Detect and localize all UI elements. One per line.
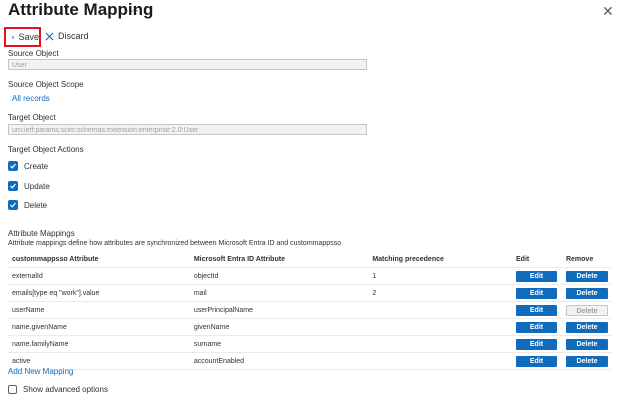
target-attribute: name.familyName — [8, 335, 190, 353]
add-new-mapping-link[interactable]: Add New Mapping — [8, 367, 73, 376]
mappings-heading: Attribute Mappings — [8, 229, 75, 238]
target-attribute: externalId — [8, 267, 190, 285]
more-options-icon[interactable]: ··· — [125, 3, 140, 17]
action-create[interactable]: Create — [8, 161, 48, 171]
action-update[interactable]: Update — [8, 181, 50, 191]
col-remove: Remove — [561, 252, 612, 268]
checkbox-checked-icon[interactable] — [8, 200, 18, 210]
source-scope-link[interactable]: All records — [12, 94, 50, 103]
edit-button[interactable]: Edit — [516, 355, 557, 367]
discard-icon — [45, 32, 54, 40]
col-edit: Edit — [512, 252, 562, 268]
source-object-field: User — [8, 59, 367, 70]
mappings-description: Attribute mappings define how attributes… — [8, 240, 342, 247]
edit-button[interactable]: Edit — [516, 304, 557, 316]
discard-label: Discard — [58, 31, 89, 41]
edit-button[interactable]: Edit — [516, 338, 557, 350]
source-scope-label: Source Object Scope — [8, 80, 84, 89]
source-attribute: givenName — [189, 318, 369, 336]
show-advanced-options[interactable]: Show advanced options — [8, 385, 108, 394]
source-object-label: Source Object — [8, 49, 59, 58]
checkbox-unchecked-icon[interactable] — [8, 385, 17, 394]
save-button[interactable]: Save — [4, 27, 41, 47]
action-update-label: Update — [24, 181, 50, 191]
col-source-attribute: Microsoft Entra ID Attribute — [189, 252, 369, 268]
delete-button[interactable]: Delete — [565, 270, 608, 282]
col-matching-precedence: Matching precedence — [368, 252, 512, 268]
table-row: userName userPrincipalName Edit Delete — [8, 301, 612, 319]
source-attribute: accountEnabled — [189, 352, 369, 370]
delete-button[interactable]: Delete — [565, 287, 608, 299]
matching-precedence: 1 — [368, 267, 512, 285]
discard-button[interactable]: Discard — [45, 31, 89, 41]
target-object-label: Target Object — [8, 113, 56, 122]
target-actions-label: Target Object Actions — [8, 145, 84, 154]
source-attribute: userPrincipalName — [189, 301, 369, 319]
table-row: name.givenName givenName Edit Delete — [8, 318, 612, 336]
table-row: emails[type eq "work"].value mail 2 Edit… — [8, 284, 612, 302]
save-icon — [12, 35, 15, 39]
table-row: active accountEnabled Edit Delete — [8, 352, 612, 370]
checkbox-checked-icon[interactable] — [8, 161, 18, 171]
edit-button[interactable]: Edit — [516, 321, 557, 333]
matching-precedence — [368, 301, 512, 319]
show-advanced-label: Show advanced options — [23, 385, 108, 394]
target-attribute: name.givenName — [8, 318, 190, 336]
mappings-table: custommappsso Attribute Microsoft Entra … — [8, 252, 612, 370]
table-row: externalId objectId 1 Edit Delete — [8, 267, 612, 285]
matching-precedence — [368, 318, 512, 336]
target-attribute: userName — [8, 301, 190, 319]
action-delete-label: Delete — [24, 200, 48, 210]
source-attribute: mail — [189, 284, 369, 302]
action-create-label: Create — [24, 161, 49, 171]
target-attribute: emails[type eq "work"].value — [8, 284, 190, 302]
delete-button[interactable]: Delete — [565, 338, 608, 350]
delete-button-disabled: Delete — [565, 304, 608, 316]
table-header-row: custommappsso Attribute Microsoft Entra … — [8, 252, 612, 268]
matching-precedence — [368, 352, 512, 370]
edit-button[interactable]: Edit — [516, 287, 557, 299]
source-attribute: objectId — [189, 267, 369, 285]
checkbox-checked-icon[interactable] — [8, 181, 18, 191]
close-icon[interactable]: ✕ — [602, 3, 614, 20]
col-target-attribute: custommappsso Attribute — [8, 252, 190, 268]
edit-button[interactable]: Edit — [516, 270, 557, 282]
source-attribute: surname — [189, 335, 369, 353]
target-object-field: urn:ietf:params:scim:schemas:extension:e… — [8, 124, 367, 135]
delete-button[interactable]: Delete — [565, 321, 608, 333]
delete-button[interactable]: Delete — [565, 355, 608, 367]
matching-precedence — [368, 335, 512, 353]
matching-precedence: 2 — [368, 284, 512, 302]
action-delete[interactable]: Delete — [8, 200, 47, 210]
save-label: Save — [18, 32, 39, 42]
table-row: name.familyName surname Edit Delete — [8, 335, 612, 353]
